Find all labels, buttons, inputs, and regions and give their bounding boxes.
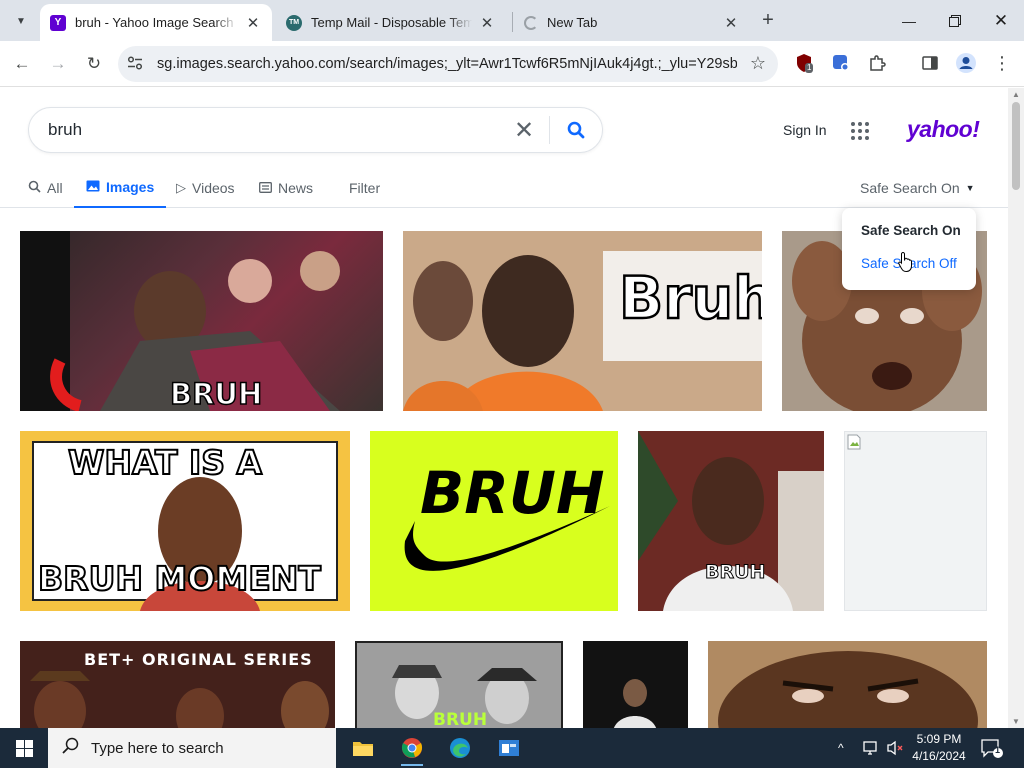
tab-all[interactable]: All bbox=[28, 168, 63, 208]
safe-search-menu: Safe Search On Safe Search Off bbox=[842, 208, 976, 290]
extensions-puzzle-icon[interactable] bbox=[865, 51, 889, 75]
tab-title: New Tab bbox=[547, 15, 598, 30]
chrome-taskbar-icon[interactable] bbox=[389, 728, 435, 768]
search-input[interactable]: bruh bbox=[48, 120, 509, 140]
close-tab-icon[interactable]: ✕ bbox=[244, 14, 262, 32]
tab-videos[interactable]: ▷ Videos bbox=[176, 168, 235, 208]
sign-in-link[interactable]: Sign In bbox=[783, 122, 827, 138]
tab-images[interactable]: Images bbox=[74, 168, 167, 208]
image-result-broken[interactable] bbox=[844, 431, 987, 611]
image-result[interactable] bbox=[708, 641, 987, 728]
reload-icon[interactable]: ↻ bbox=[80, 50, 108, 78]
search-vertical-tabs: All Images ▷ Videos News Filter Safe Sear… bbox=[0, 168, 1008, 208]
image-caption: BRUH MOMENT bbox=[37, 558, 322, 599]
restore-icon[interactable] bbox=[932, 0, 978, 41]
taskbar-search-box[interactable]: Type here to search bbox=[48, 728, 336, 768]
safe-search-on-option[interactable]: Safe Search On bbox=[861, 223, 961, 238]
loading-spinner-icon bbox=[524, 15, 538, 30]
notification-count-badge: 1 bbox=[995, 745, 1001, 755]
chevron-down-icon: ▼ bbox=[965, 183, 975, 193]
app-window-taskbar-icon[interactable] bbox=[486, 728, 532, 768]
site-info-icon[interactable] bbox=[127, 55, 147, 73]
browser-toolbar: ← → ↻ sg.images.search.yahoo.com/search/… bbox=[0, 41, 1024, 87]
play-icon: ▷ bbox=[176, 180, 186, 195]
image-icon bbox=[86, 180, 100, 195]
windows-start-icon[interactable] bbox=[0, 728, 48, 768]
tab-title: Temp Mail - Disposable Tempor bbox=[311, 15, 472, 30]
profile-avatar-icon[interactable] bbox=[954, 51, 978, 75]
taskbar-search-placeholder: Type here to search bbox=[91, 739, 224, 757]
tab-temp-mail[interactable]: TM Temp Mail - Disposable Tempor ✕ bbox=[276, 4, 506, 41]
tab-title: bruh - Yahoo Image Search res bbox=[75, 15, 238, 30]
image-result[interactable]: BRUH bbox=[355, 641, 563, 728]
file-explorer-icon[interactable] bbox=[340, 728, 386, 768]
url-text[interactable]: sg.images.search.yahoo.com/search/images… bbox=[157, 56, 737, 72]
tab-yahoo-image-search[interactable]: Y bruh - Yahoo Image Search res ✕ bbox=[40, 4, 272, 41]
yahoo-images-page: bruh ✕ Sign In yahoo! All Images ▷ Videos… bbox=[0, 88, 1008, 728]
image-caption: BRUH bbox=[433, 710, 488, 728]
scrollbar-thumb[interactable] bbox=[1012, 102, 1020, 190]
image-result[interactable]: BRUH bbox=[370, 431, 618, 611]
clock-time: 5:09 PM bbox=[916, 732, 962, 746]
tempmail-favicon-icon: TM bbox=[286, 14, 302, 31]
scroll-up-arrow-icon[interactable]: ▲ bbox=[1012, 90, 1020, 99]
safe-search-dropdown[interactable]: Safe Search On ▼ bbox=[860, 168, 975, 208]
tab-strip: ▼ Y bruh - Yahoo Image Search res ✕ TM T… bbox=[0, 0, 1024, 41]
network-icon[interactable] bbox=[862, 728, 880, 768]
minimize-icon[interactable]: — bbox=[886, 0, 932, 41]
yahoo-favicon-icon: Y bbox=[50, 14, 66, 31]
chrome-menu-kebab-icon[interactable]: ⋮ bbox=[990, 51, 1014, 75]
notification-center-icon[interactable]: 1 bbox=[980, 738, 1004, 760]
scroll-down-arrow-icon[interactable]: ▼ bbox=[1012, 717, 1020, 726]
search-icon bbox=[28, 180, 41, 196]
news-icon bbox=[259, 181, 272, 196]
forward-arrow-icon[interactable]: → bbox=[44, 50, 72, 78]
search-box[interactable]: bruh ✕ bbox=[28, 107, 603, 153]
image-result[interactable]: Bruh bbox=[403, 231, 762, 411]
volume-muted-icon[interactable] bbox=[886, 728, 904, 768]
close-tab-icon[interactable]: ✕ bbox=[478, 14, 496, 32]
image-result[interactable]: BRUH bbox=[20, 231, 383, 411]
page-scrollbar[interactable]: ▲ ▼ bbox=[1008, 88, 1024, 728]
close-tab-icon[interactable]: ✕ bbox=[722, 14, 740, 32]
tab-new-tab[interactable]: New Tab ✕ bbox=[514, 4, 750, 41]
edge-taskbar-icon[interactable] bbox=[437, 728, 483, 768]
side-panel-icon[interactable] bbox=[918, 51, 942, 75]
image-caption: BRUH bbox=[169, 376, 263, 411]
clear-search-icon[interactable]: ✕ bbox=[509, 115, 539, 145]
search-icon bbox=[62, 737, 79, 759]
broken-image-icon bbox=[847, 434, 861, 450]
image-result[interactable]: BRUH bbox=[638, 431, 824, 611]
clock-date: 4/16/2024 bbox=[912, 749, 966, 763]
system-clock[interactable]: 5:09 PM 4/16/2024 bbox=[906, 731, 972, 765]
yahoo-logo[interactable]: yahoo! bbox=[907, 116, 980, 143]
tab-search-chevron-icon[interactable]: ▼ bbox=[8, 8, 34, 34]
bookmark-star-icon[interactable]: ☆ bbox=[750, 53, 766, 74]
back-arrow-icon[interactable]: ← bbox=[8, 50, 36, 78]
address-bar[interactable]: sg.images.search.yahoo.com/search/images… bbox=[118, 46, 778, 82]
extension-icon[interactable] bbox=[829, 51, 853, 75]
show-hidden-icons-chevron-icon[interactable]: ^ bbox=[838, 741, 844, 755]
hand-cursor-icon bbox=[898, 251, 912, 273]
extension-badge: 1 bbox=[805, 63, 814, 73]
windows-taskbar: Type here to search ^ 5:09 PM 4/16/2024 … bbox=[0, 728, 1024, 768]
image-result[interactable]: BET+ ORIGINAL SERIES bbox=[20, 641, 335, 728]
new-tab-plus-icon[interactable]: + bbox=[757, 9, 779, 31]
image-result[interactable] bbox=[583, 641, 688, 728]
image-caption: Bruh bbox=[618, 263, 762, 334]
close-window-icon[interactable]: ✕ bbox=[978, 0, 1024, 41]
image-caption: WHAT IS A bbox=[67, 442, 263, 483]
image-caption: BRUH bbox=[420, 459, 605, 527]
search-submit-icon[interactable] bbox=[550, 108, 602, 152]
apps-grid-icon[interactable] bbox=[851, 122, 869, 140]
image-caption: BRUH bbox=[704, 561, 766, 584]
tab-news[interactable]: News bbox=[259, 168, 313, 208]
tab-filter[interactable]: Filter bbox=[349, 168, 380, 208]
image-result[interactable]: WHAT IS A BRUH MOMENT bbox=[20, 431, 350, 611]
image-caption: BET+ ORIGINAL SERIES bbox=[84, 650, 313, 669]
ublock-extension-icon[interactable]: 1 bbox=[792, 51, 816, 75]
